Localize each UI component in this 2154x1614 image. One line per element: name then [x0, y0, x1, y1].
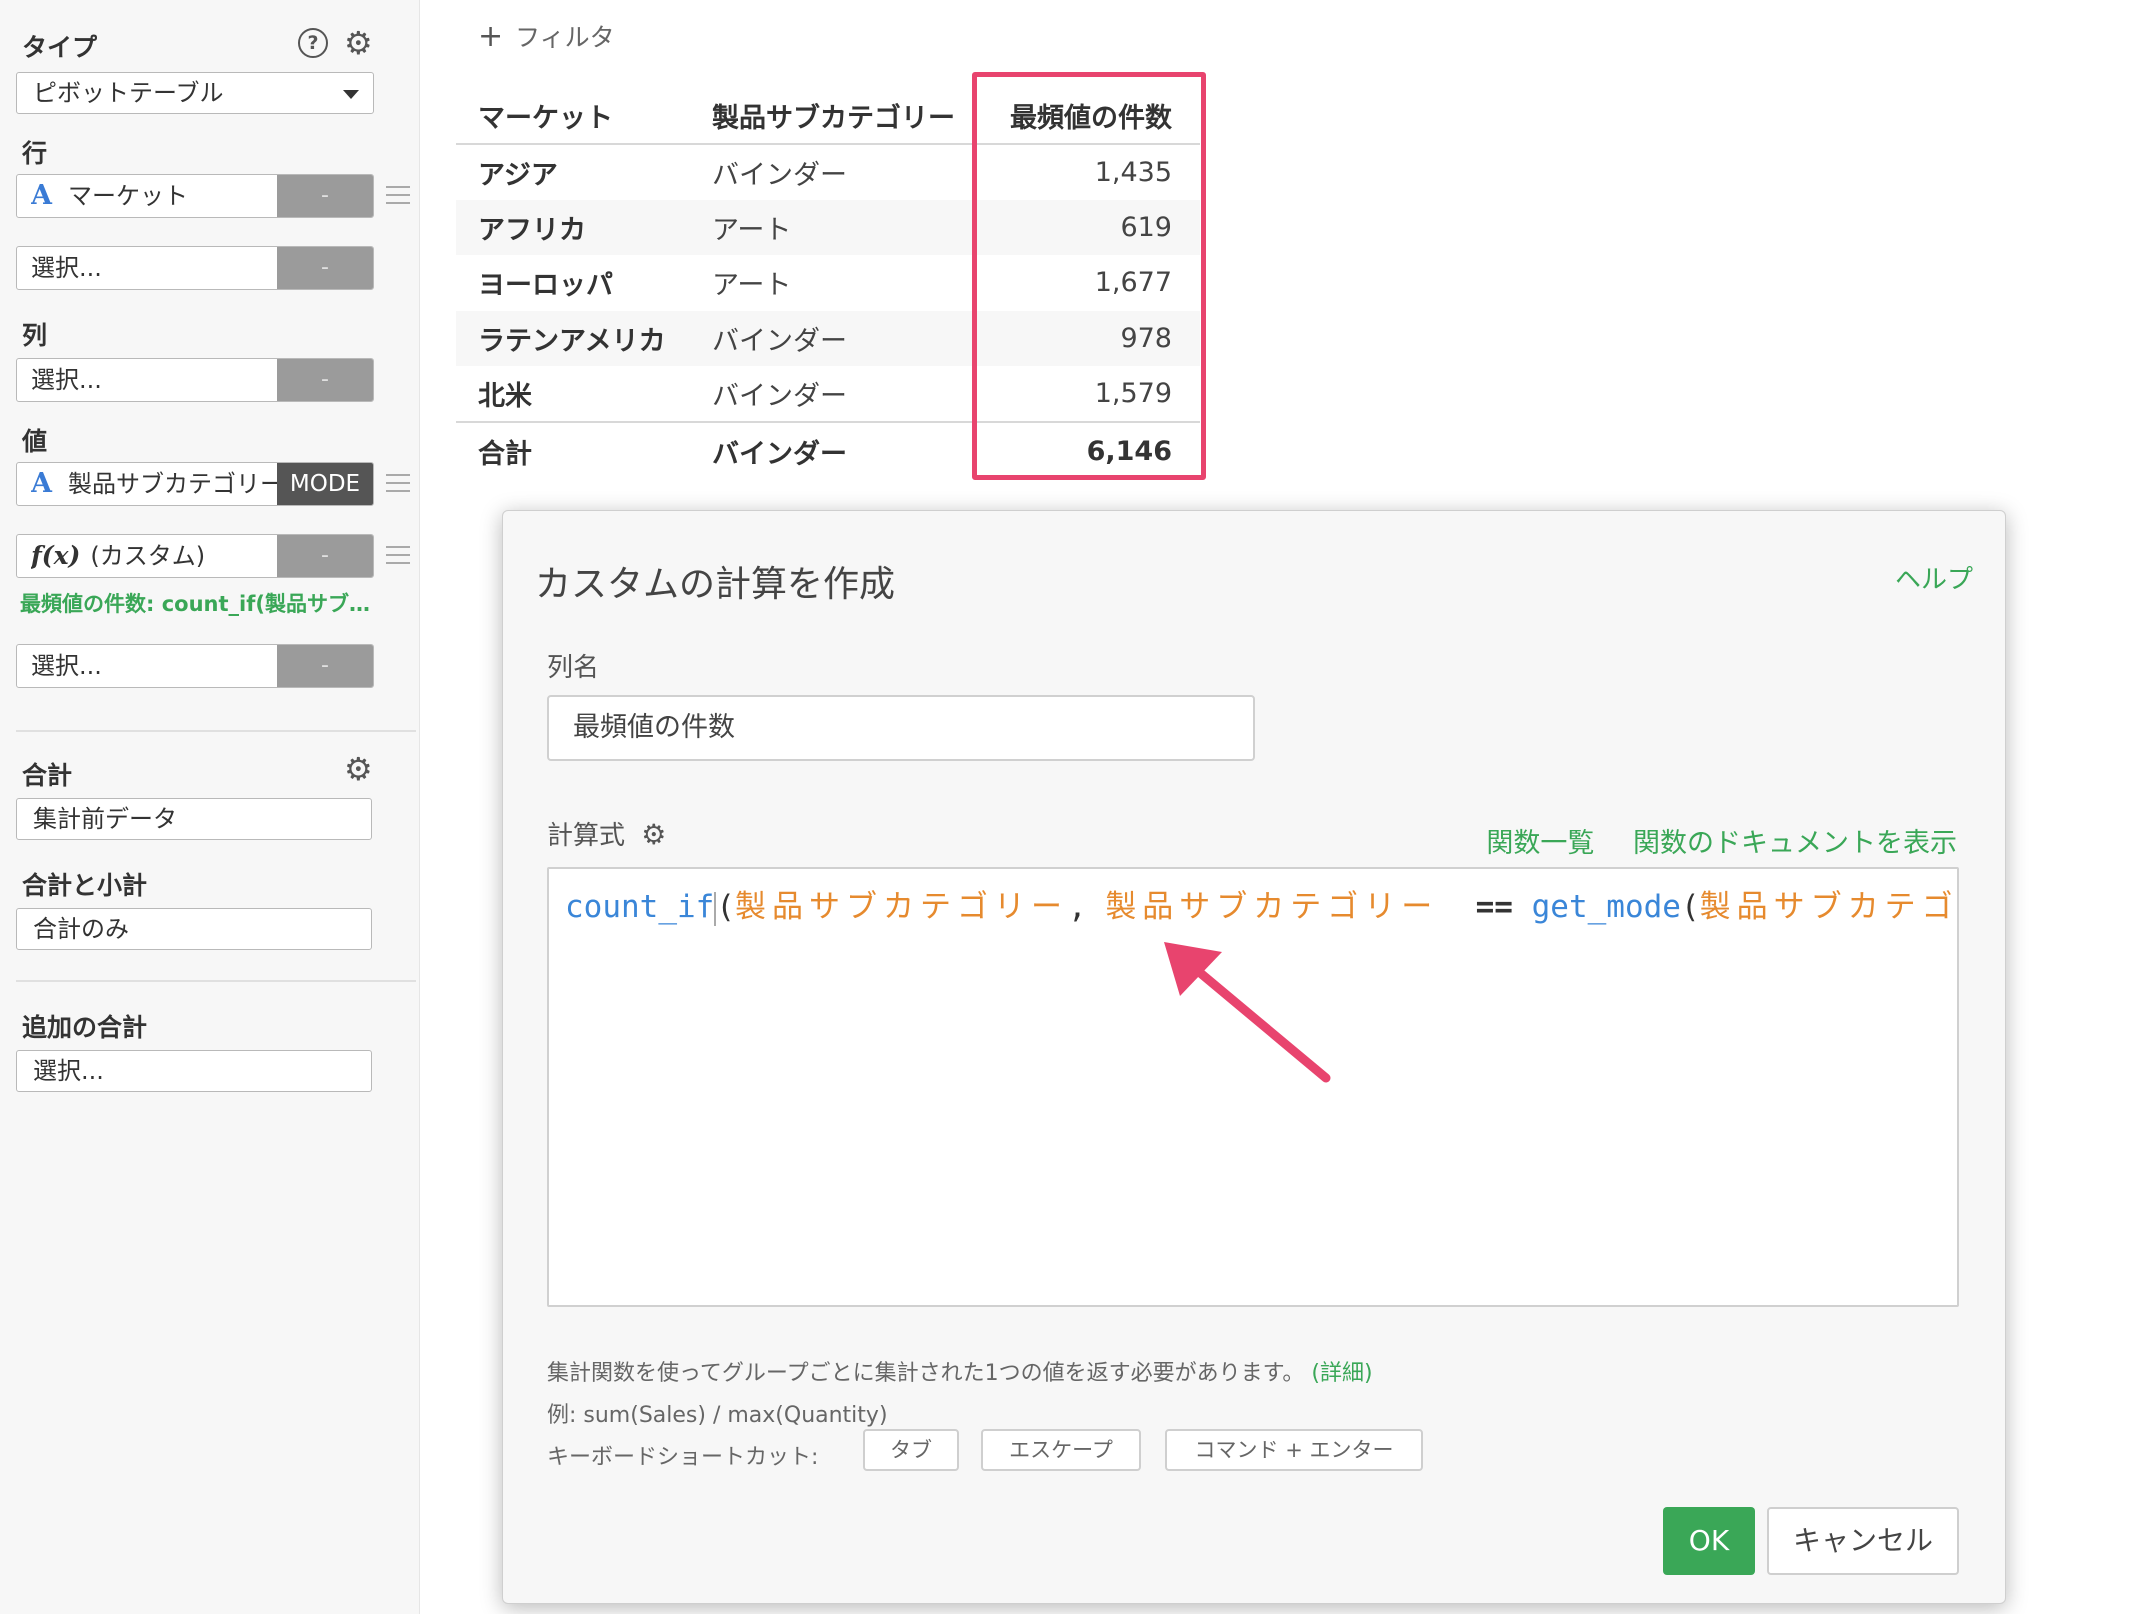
table-cell: アート	[712, 270, 792, 302]
section-divider	[16, 980, 416, 982]
custom-field-agg-button[interactable]: -	[277, 535, 373, 577]
custom-field-pill[interactable]: f(x) (カスタム) -	[16, 534, 374, 578]
function-icon: f(x)	[31, 541, 81, 570]
annotation-arrow-icon	[1164, 942, 1331, 1083]
rows-select-agg-button[interactable]: -	[277, 247, 373, 289]
drag-handle-icon[interactable]	[386, 474, 410, 492]
table-cell: ヨーロッパ	[478, 270, 613, 302]
table-cell: バインダー	[712, 381, 847, 413]
section-divider	[16, 730, 416, 732]
rows-field-pill[interactable]: A マーケット -	[16, 174, 374, 218]
settings-sidebar: タイプ ? ⚙ ピボットテーブル 行 A マーケット - 選択... - 列 選択…	[0, 0, 420, 1614]
drag-handle-icon[interactable]	[386, 546, 410, 564]
gear-icon[interactable]: ⚙	[344, 753, 373, 785]
cancel-button[interactable]: キャンセル	[1767, 1507, 1959, 1575]
values-select-placeholder: 選択...	[31, 652, 102, 680]
table-cell: バインダー	[690, 420, 970, 480]
rows-select-placeholder: 選択...	[31, 254, 102, 282]
table-cell: ラテンアメリカ	[456, 310, 690, 367]
rows-field-name: マーケット	[67, 182, 188, 210]
detail-link[interactable]: (詳細)	[1311, 1361, 1372, 1386]
add-filter-button[interactable]: + フィルタ	[478, 18, 615, 54]
ok-button[interactable]: OK	[1663, 1507, 1755, 1575]
table-cell: 合計	[456, 420, 690, 480]
function-list-link[interactable]: 関数一覧	[1486, 828, 1594, 859]
subtotals-label: 合計と小計	[22, 871, 148, 900]
text-type-icon: A	[31, 180, 52, 211]
column-name-input[interactable]: 最頻値の件数	[547, 695, 1255, 761]
formula-code-line: count_if(製品サブカテゴリー, 製品サブカテゴリー == get_mod…	[565, 887, 1959, 927]
rows-select[interactable]: 選択... -	[16, 246, 374, 290]
extra-totals-select[interactable]: 選択...	[16, 1050, 372, 1092]
totals-select[interactable]: 集計前データ	[16, 798, 372, 840]
code-function: get_mode	[1531, 889, 1681, 925]
totals-label: 合計	[22, 761, 73, 790]
subtotals-select[interactable]: 合計のみ	[16, 908, 372, 950]
chevron-down-icon	[343, 90, 359, 99]
code-operator: ==	[1475, 889, 1513, 925]
values-agg-button[interactable]: MODE	[277, 463, 373, 505]
values-field-name: 製品サブカテゴリー	[67, 470, 284, 498]
formula-links: 関数一覧 関数のドキュメントを表示	[1456, 821, 1957, 860]
cols-label: 列	[22, 321, 48, 350]
table-cell: バインダー	[712, 159, 847, 191]
dialog-title: カスタムの計算を作成	[535, 564, 896, 605]
table-cell: バインダー	[690, 310, 970, 367]
function-docs-link[interactable]: 関数のドキュメントを表示	[1633, 828, 1957, 859]
cols-select-placeholder: 選択...	[31, 366, 102, 394]
rows-field-agg-button[interactable]: -	[277, 175, 373, 217]
rows-label: 行	[22, 139, 48, 168]
formula-label-text: 計算式	[547, 821, 626, 851]
table-cell: 北米	[478, 381, 532, 413]
values-select[interactable]: 選択... -	[16, 644, 374, 688]
text-type-icon: A	[31, 468, 52, 499]
help-icon[interactable]: ?	[298, 28, 328, 58]
column-name-label: 列名	[547, 653, 600, 683]
table-cell: アジア	[478, 159, 558, 191]
type-label: タイプ	[22, 33, 98, 62]
chart-type-select[interactable]: ピボットテーブル	[16, 72, 374, 114]
keyboard-shortcut-label: キーボードショートカット:	[547, 1445, 819, 1470]
table-cell: アート	[690, 199, 970, 256]
cols-select-agg-button[interactable]: -	[277, 359, 373, 401]
shortcut-key: コマンド + エンター	[1165, 1429, 1423, 1471]
code-column: 製品サブカテゴ!	[1699, 889, 1959, 925]
drag-handle-icon[interactable]	[386, 186, 410, 204]
table-cell: アフリカ	[456, 199, 690, 256]
values-label: 値	[22, 427, 48, 456]
help-link[interactable]: ヘルプ	[1895, 559, 1973, 596]
plus-icon: +	[478, 19, 504, 54]
column-header[interactable]: マーケット	[456, 88, 690, 145]
cols-select[interactable]: 選択... -	[16, 358, 374, 402]
formula-label: 計算式 ⚙	[547, 815, 666, 852]
gear-icon[interactable]: ⚙	[641, 818, 666, 851]
code-column: 製品サブカテゴリー	[734, 889, 1068, 925]
custom-formula-preview[interactable]: 最頻値の件数: count_if(製品サブ…	[20, 588, 380, 618]
formula-example: 例: sum(Sales) / max(Quantity)	[547, 1403, 888, 1428]
values-field-pill[interactable]: A 製品サブカテゴリー MODE	[16, 462, 374, 506]
custom-field-name: (カスタム)	[90, 542, 206, 570]
shortcut-key: エスケープ	[981, 1429, 1141, 1471]
formula-hint-text: 集計関数を使ってグループごとに集計された1つの値を返す必要があります。	[547, 1361, 1305, 1386]
code-column: 製品サブカテゴリー	[1105, 889, 1439, 925]
formula-hint: 集計関数を使ってグループごとに集計された1つの値を返す必要があります。 (詳細)	[547, 1355, 1373, 1387]
values-select-agg-button[interactable]: -	[277, 645, 373, 687]
highlight-box	[972, 72, 1206, 480]
add-filter-label: フィルタ	[515, 23, 615, 52]
column-header[interactable]: 製品サブカテゴリー	[690, 88, 970, 145]
extra-totals-label: 追加の合計	[22, 1013, 148, 1042]
code-function: count_if	[565, 889, 715, 925]
gear-icon[interactable]: ⚙	[344, 27, 373, 59]
shortcut-key: タブ	[863, 1429, 959, 1471]
chart-type-value: ピボットテーブル	[33, 79, 224, 107]
